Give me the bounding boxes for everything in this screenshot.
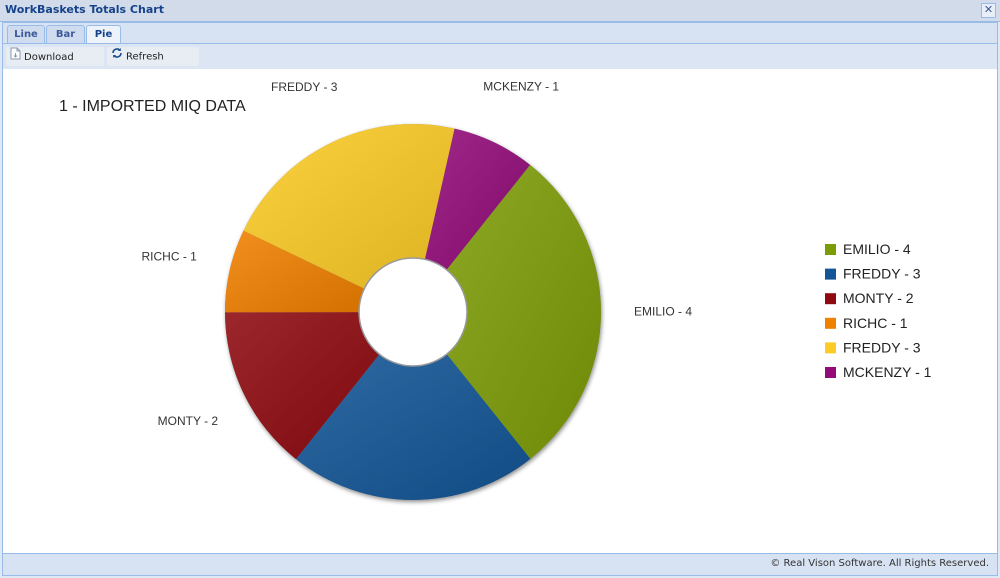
legend-item[interactable]: EMILIO - 4: [843, 241, 911, 257]
slice-label: MCKENZY - 1: [483, 80, 559, 94]
legend-swatch: [825, 367, 836, 378]
download-chart-button[interactable]: Download Chart: [6, 47, 104, 82]
window-title: WorkBaskets Totals Chart: [5, 3, 164, 16]
tab-bar: Line Bar Pie: [2, 22, 998, 45]
legend-item[interactable]: RICHC - 1: [843, 315, 908, 331]
legend-swatch: [825, 293, 836, 305]
tab-pie[interactable]: Pie: [86, 25, 121, 45]
legend-swatch: [825, 317, 836, 329]
slice-label: RICHC - 1: [142, 250, 198, 264]
pie-chart: 1 - IMPORTED MIQ DATA EMILIO - 4 FREDDY -…: [59, 80, 932, 569]
legend-swatch: [825, 342, 836, 354]
legend-item[interactable]: FREDDY - 3: [843, 339, 921, 355]
legend-item[interactable]: FREDDY - 3: [843, 266, 921, 282]
legend-item[interactable]: MCKENZY - 1: [843, 364, 932, 380]
chart-panel: 1 - IMPORTED MIQ DATA EMILIO - 4 FREDDY -…: [2, 69, 998, 569]
window-titlebar: WorkBaskets Totals Chart ✕: [0, 0, 1000, 22]
refresh-charts-button[interactable]: Refresh Charts: [107, 47, 199, 82]
footer: © Real Vison Software. All Rights Reserv…: [2, 553, 998, 576]
copyright-text: © Real Vison Software. All Rights Reserv…: [770, 558, 989, 569]
download-document-icon: [10, 47, 21, 67]
refresh-arrows-icon: [111, 47, 123, 66]
tab-bar-chart[interactable]: Bar: [46, 25, 85, 44]
chart-title: 1 - IMPORTED MIQ DATA: [59, 98, 246, 115]
legend-swatch: [825, 268, 836, 280]
donut-hole: [358, 257, 468, 367]
close-icon[interactable]: ✕: [981, 3, 996, 18]
slice-label: EMILIO - 4: [634, 305, 692, 319]
toolbar: Download Chart Refresh Charts: [2, 43, 998, 82]
slice-label: MONTY - 2: [158, 414, 219, 428]
slice-label: FREDDY - 3: [271, 80, 338, 94]
legend-swatch: [825, 244, 836, 255]
legend-item[interactable]: MONTY - 2: [843, 290, 914, 306]
tab-line[interactable]: Line: [7, 25, 45, 44]
